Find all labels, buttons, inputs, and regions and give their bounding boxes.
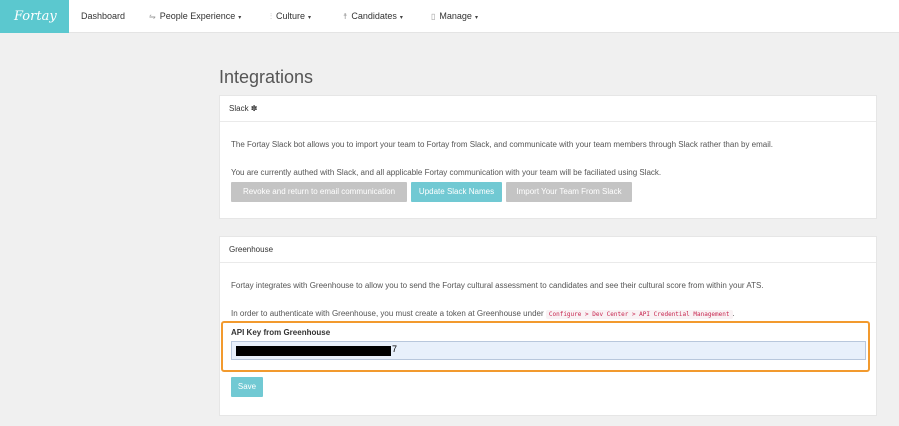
nav-dashboard-label: Dashboard [81,11,126,21]
chevron-down-icon: ▾ [308,15,312,21]
save-button[interactable]: Save [231,377,263,397]
nav-candidates[interactable]: ☨ Candidates ▾ [343,0,403,33]
nav-dashboard[interactable]: Dashboard [81,0,125,33]
greenhouse-panel-heading: Greenhouse [220,237,876,263]
auth-instructions-text: In order to authenticate with Greenhouse… [231,309,544,318]
slack-description: The Fortay Slack bot allows you to impor… [231,140,773,149]
nav-people-label: People Experience [159,11,236,21]
greenhouse-description: Fortay integrates with Greenhouse to all… [231,281,764,290]
revoke-button[interactable]: Revoke and return to email communication [231,182,407,202]
candidates-icon: ☨ [343,12,348,21]
update-slack-names-button[interactable]: Update Slack Names [411,182,502,202]
chevron-down-icon: ▾ [399,15,403,21]
slack-panel: Slack ✽ The Fortay Slack bot allows you … [219,95,877,219]
manage-icon: ▯ [431,12,436,21]
nav-manage-label: Manage [439,11,472,21]
nav-culture[interactable]: ⫶ Culture ▾ [270,0,311,33]
fortay-logo[interactable]: Fortay [0,0,69,33]
culture-icon: ⫶ [270,12,272,21]
nav-people-experience[interactable]: ⇋ People Experience ▾ [149,0,241,33]
greenhouse-auth-instructions: In order to authenticate with Greenhouse… [231,309,735,319]
auth-instructions-period: . [732,309,735,318]
chevron-down-icon: ▾ [474,15,478,21]
nav-culture-label: Culture [276,11,306,21]
nav-manage[interactable]: ▯ Manage ▾ [431,0,478,33]
credential-path: Configure > Dev Center > API Credential … [545,310,733,319]
top-navbar: Fortay Dashboard ⇋ People Experience ▾ ⫶ Cu… [0,0,899,33]
slack-panel-heading: Slack ✽ [220,96,876,122]
people-icon: ⇋ [149,12,156,21]
slack-status: You are currently authed with Slack, and… [231,168,662,177]
highlight-box [221,321,870,372]
import-team-button[interactable]: Import Your Team From Slack [506,182,632,202]
nav-candidates-label: Candidates [351,11,397,21]
chevron-down-icon: ▾ [238,15,242,21]
page-title: Integrations [219,67,314,87]
